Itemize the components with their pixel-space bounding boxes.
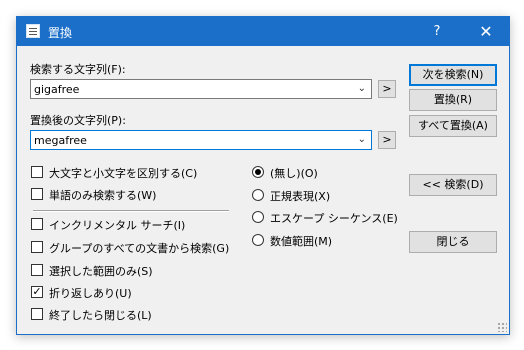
- checkbox-icon[interactable]: [31, 264, 43, 276]
- checkbox-label: 折り返しあり(U): [49, 287, 132, 300]
- replace-all-button[interactable]: すべて置換(A): [409, 115, 497, 137]
- separator: [33, 210, 229, 212]
- radio-label: 数値範囲(M): [270, 235, 333, 248]
- find-next-button[interactable]: 次を検索(N): [409, 64, 497, 86]
- radio-icon[interactable]: [252, 234, 264, 246]
- replace-value: megafree: [34, 134, 87, 147]
- chevron-down-icon[interactable]: ⌄: [358, 134, 366, 145]
- find-value: gigafree: [34, 83, 80, 96]
- replace-more-button[interactable]: >: [378, 131, 396, 149]
- radio-selected-icon[interactable]: [252, 166, 264, 178]
- close-icon[interactable]: ✕: [463, 17, 509, 46]
- replace-label: 置換後の文字列(P):: [30, 114, 126, 127]
- replace-combobox[interactable]: megafree ⌄: [30, 130, 372, 150]
- checkbox-label: グループのすべての文書から検索(G): [49, 242, 230, 255]
- find-combobox[interactable]: gigafree ⌄: [30, 79, 372, 99]
- radio-label: エスケープ シーケンス(E): [270, 212, 398, 225]
- radio-icon[interactable]: [252, 211, 264, 223]
- window-title: 置換: [48, 26, 73, 40]
- radio-label: 正規表現(X): [270, 190, 331, 203]
- checkbox-label: 大文字と小文字を区別する(C): [49, 167, 198, 180]
- checkbox-label: 終了したら閉じる(L): [49, 309, 152, 322]
- checkbox-label: インクリメンタル サーチ(I): [49, 219, 186, 232]
- find-more-button[interactable]: >: [378, 80, 396, 98]
- replace-button[interactable]: 置換(R): [409, 89, 497, 111]
- radio-label: (無し)(O): [270, 167, 318, 180]
- checkbox-label: 選択した範囲のみ(S): [49, 265, 153, 278]
- radio-icon[interactable]: [252, 189, 264, 201]
- title-bar[interactable]: 置換 ? ✕: [17, 17, 509, 46]
- find-label: 検索する文字列(F):: [30, 63, 126, 76]
- resize-grip-icon[interactable]: [497, 322, 507, 332]
- search-back-button[interactable]: << 検索(D): [409, 174, 497, 196]
- help-button[interactable]: ?: [414, 17, 460, 46]
- checkbox-label: 単語のみ検索する(W): [49, 189, 157, 202]
- checkbox-icon[interactable]: [31, 188, 43, 200]
- chevron-down-icon[interactable]: ⌄: [358, 83, 366, 94]
- close-button[interactable]: 閉じる: [409, 231, 497, 253]
- check-icon[interactable]: ✓: [31, 286, 43, 298]
- notepad-icon: [26, 24, 40, 38]
- replace-dialog: 置換 ? ✕ 検索する文字列(F): gigafree ⌄ > 置換後の文字列(…: [16, 16, 510, 335]
- checkbox-icon[interactable]: [31, 166, 43, 178]
- checkbox-icon[interactable]: [31, 241, 43, 253]
- checkbox-icon[interactable]: [31, 218, 43, 230]
- checkbox-icon[interactable]: [31, 308, 43, 320]
